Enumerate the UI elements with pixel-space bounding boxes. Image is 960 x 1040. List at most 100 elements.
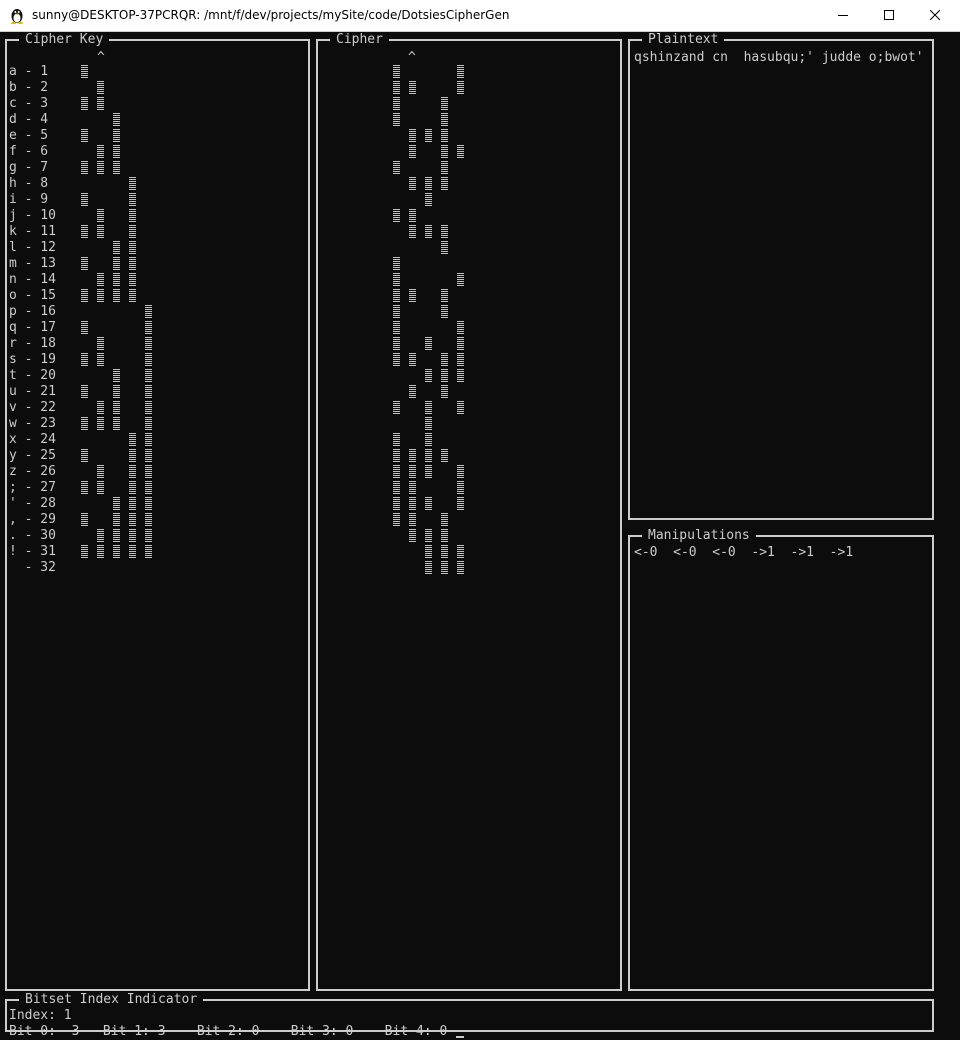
cipher-key-bit <box>81 225 88 239</box>
cipher-key-bit <box>97 337 104 351</box>
cipher-bit <box>441 353 448 367</box>
cipher-key-entry: g - 7 <box>9 160 49 175</box>
cipher-bit <box>393 81 400 95</box>
cipher-bit <box>425 177 432 191</box>
cipher-key-bit <box>145 449 152 463</box>
manipulations-title: Manipulations <box>642 528 756 544</box>
cipher-key-bit <box>81 161 88 175</box>
cipher-bit <box>393 97 400 111</box>
cipher-key-bit <box>113 289 120 303</box>
cipher-key-bit <box>97 353 104 367</box>
cipher-bit <box>441 513 448 527</box>
cipher-bit <box>393 289 400 303</box>
cipher-key-bit <box>113 145 120 159</box>
cipher-key-bit <box>129 241 136 255</box>
cipher-bit <box>393 497 400 511</box>
cipher-bit <box>457 321 464 335</box>
cipher-key-bit <box>145 529 152 543</box>
cipher-key-bit <box>81 97 88 111</box>
cipher-key-bit <box>97 529 104 543</box>
tux-penguin-icon <box>11 9 23 24</box>
cipher-key-bit <box>145 353 152 367</box>
cipher-bit <box>457 369 464 383</box>
cipher-bit <box>393 273 400 287</box>
cipher-bit <box>409 129 416 143</box>
cipher-bit <box>425 497 432 511</box>
cipher-key-bit <box>113 513 120 527</box>
cipher-key-bit <box>81 481 88 495</box>
terminal-area[interactable]: Cipher Key ^ a - 1 b - 2 c - 3 d - 4 e -… <box>0 32 960 1040</box>
cipher-bit <box>393 433 400 447</box>
cipher-bit <box>409 513 416 527</box>
close-button[interactable] <box>912 0 958 31</box>
cipher-bit <box>409 353 416 367</box>
cipher-bit <box>457 497 464 511</box>
cipher-key-bit <box>145 385 152 399</box>
cipher-key-entry: k - 11 <box>9 224 56 239</box>
cipher-key-bit <box>81 65 88 79</box>
cipher-bit <box>441 129 448 143</box>
cipher-bit <box>441 145 448 159</box>
cipher-bit <box>409 145 416 159</box>
cipher-bit <box>409 177 416 191</box>
cipher-bit <box>441 289 448 303</box>
window-titlebar[interactable]: sunny@DESKTOP-37PCRQR: /mnt/f/dev/projec… <box>0 0 960 32</box>
cipher-key-bit <box>129 529 136 543</box>
cipher-bit <box>393 465 400 479</box>
cipher-key-entry: x - 24 <box>9 432 56 447</box>
cipher-key-bit <box>145 481 152 495</box>
cipher-key-bit <box>145 433 152 447</box>
cipher-bit <box>441 161 448 175</box>
cipher-key-bit <box>129 465 136 479</box>
cipher-key-bit <box>97 417 104 431</box>
bitset-index-title: Bitset Index Indicator <box>19 992 204 1008</box>
cipher-key-entry: y - 25 <box>9 448 56 463</box>
cipher-key-bit <box>113 529 120 543</box>
cipher-key-entry: ' - 28 <box>9 496 56 511</box>
cipher-key-entry: - 32 <box>9 560 56 575</box>
cipher-key-bit <box>81 545 88 559</box>
cipher-key-entry: r - 18 <box>9 336 56 351</box>
cipher-key-bit <box>129 193 136 207</box>
cipher-key-bit <box>145 417 152 431</box>
cipher-bit <box>409 81 416 95</box>
cipher-key-entry: w - 23 <box>9 416 56 431</box>
cipher-bit <box>409 209 416 223</box>
cipher-bit <box>441 177 448 191</box>
cipher-key-bit <box>97 401 104 415</box>
cipher-bit <box>393 65 400 79</box>
cipher-key-bit <box>129 177 136 191</box>
cipher-key-entry: q - 17 <box>9 320 56 335</box>
cipher-key-entry: j - 10 <box>9 208 56 223</box>
cipher-key-bit <box>97 97 104 111</box>
cipher-key-bit <box>81 321 88 335</box>
cipher-bit <box>409 225 416 239</box>
cipher-key-entry: . - 30 <box>9 528 56 543</box>
cipher-key-bit <box>129 497 136 511</box>
maximize-button[interactable] <box>866 0 912 31</box>
cipher-key-bit <box>97 81 104 95</box>
cipher-key-entry: b - 2 <box>9 80 49 95</box>
cipher-bit <box>409 481 416 495</box>
cipher-bit <box>409 449 416 463</box>
cipher-key-bit <box>97 145 104 159</box>
cipher-key-bit <box>145 305 152 319</box>
minimize-button[interactable] <box>820 0 866 31</box>
cipher-bit <box>393 513 400 527</box>
plaintext-panel: Plaintext qshinzand cn hasubqu;' judde o… <box>628 32 934 520</box>
cipher-bit <box>409 465 416 479</box>
cipher-bit <box>457 353 464 367</box>
cipher-bit <box>393 161 400 175</box>
cipher-key-bit <box>81 289 88 303</box>
cipher-key-bit <box>113 369 120 383</box>
cipher-bit <box>425 465 432 479</box>
cipher-key-bit <box>81 129 88 143</box>
cipher-bit <box>457 401 464 415</box>
cipher-key-bit <box>145 369 152 383</box>
cipher-bit <box>457 273 464 287</box>
cipher-key-bit <box>129 481 136 495</box>
cipher-key-bit <box>145 337 152 351</box>
manipulations-panel: Manipulations <-0 <-0 <-0 ->1 ->1 ->1 <box>628 528 934 991</box>
cipher-bit <box>441 369 448 383</box>
cipher-bit <box>393 257 400 271</box>
